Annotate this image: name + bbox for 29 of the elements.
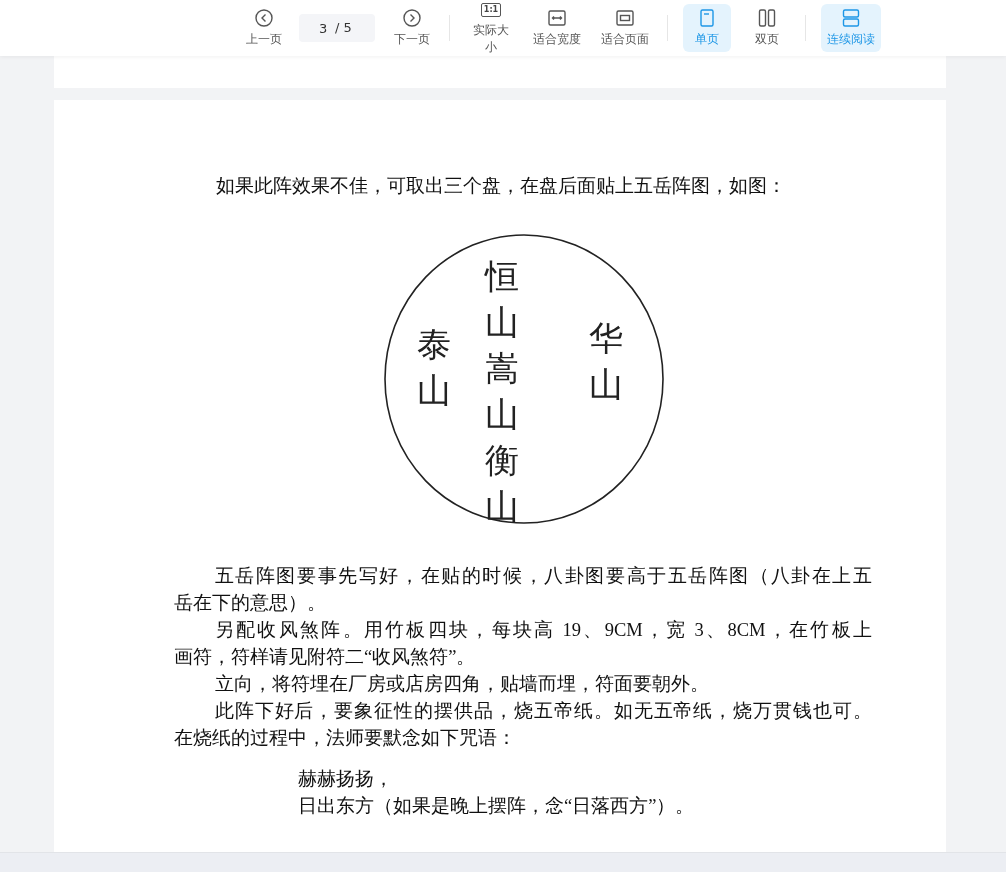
body-text: 在烧纸的过程中，法师要默念如下咒语： bbox=[174, 727, 517, 750]
body-text: 另配收风煞阵。用竹板四块，每块高 19、9CM，宽 3、8CM，在竹板上 bbox=[213, 619, 872, 642]
verse-line: 日出东方（如果是晚上摆阵，念“日落西方”）。 bbox=[298, 795, 696, 818]
stacked-pages-icon bbox=[841, 8, 861, 28]
body-text: 此阵下好后，要象征性的摆供品，烧五帝纸。如无五帝纸，烧万贯钱也可。 bbox=[213, 700, 872, 723]
handwritten-text: 恒山嵩山衡山 bbox=[485, 255, 519, 528]
chevron-right-icon bbox=[401, 8, 422, 28]
handwritten-text: 泰山 bbox=[417, 323, 451, 412]
ratio-icon: 1:1 bbox=[480, 2, 502, 17]
next-page-button[interactable]: 下一页 bbox=[388, 4, 435, 52]
chevron-left-icon bbox=[253, 8, 274, 28]
actual-size-button[interactable]: 1:1 实际大小 bbox=[465, 4, 517, 52]
body-text: 如果此阵效果不佳，可取出三个盘，在盘后面贴上五岳阵图，如图： bbox=[215, 175, 787, 198]
body-text: 画符，符样请见附符二“收风煞符”。 bbox=[174, 646, 477, 669]
single-page-icon bbox=[697, 8, 717, 28]
fit-page-button[interactable]: 适合页面 bbox=[597, 4, 653, 52]
double-page-icon bbox=[757, 8, 777, 28]
fit-width-icon bbox=[547, 8, 567, 28]
fit-width-button[interactable]: 适合宽度 bbox=[529, 4, 585, 52]
body-text: 立向，将符埋在厂房或店房四角，贴墙而埋，符面要朝外。 bbox=[213, 673, 710, 696]
double-page-button[interactable]: 双页 bbox=[743, 4, 791, 52]
scrollbar[interactable] bbox=[0, 852, 1006, 872]
verse-line: 赫赫扬扬， bbox=[298, 768, 394, 791]
handwritten-text: 华山 bbox=[589, 317, 623, 406]
body-text: 岳在下的意思）。 bbox=[174, 592, 327, 615]
fit-page-icon bbox=[615, 8, 635, 28]
prev-page-button[interactable]: 上一页 bbox=[240, 4, 287, 52]
body-text: 五岳阵图要事先写好，在贴的时候，八卦图要高于五岳阵图（八卦在上五 bbox=[213, 565, 872, 588]
page-total: / 5 bbox=[335, 20, 352, 36]
